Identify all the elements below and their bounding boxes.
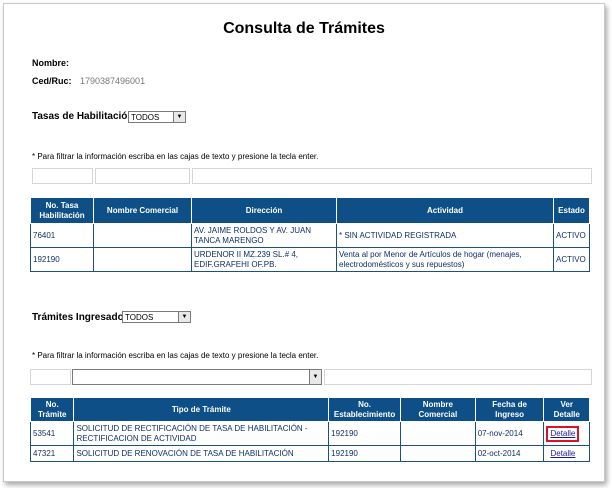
detalle-link[interactable]: Detalle — [550, 449, 575, 458]
col-header-direccion: Dirección — [191, 197, 337, 224]
tasas-table: No. Tasa Habilitación Nombre Comercial D… — [30, 197, 590, 272]
tramites-table: No. Trámite Tipo de Trámite No. Establec… — [29, 397, 590, 462]
cell-nombre-comercial — [93, 247, 192, 272]
tasas-filter-note: * Para filtrar la información escriba en… — [32, 152, 319, 161]
cell-actividad: * SIN ACTIVIDAD REGISTRADA — [336, 223, 554, 248]
cell-estado: ACTIVO — [553, 223, 590, 248]
cell-actividad: Venta al por Menor de Artículos de hogar… — [336, 247, 554, 272]
table-row: 53541 SOLICITUD DE RECTIFICACIÓN DE TASA… — [29, 421, 590, 446]
col-header-ver-detalle: Ver Detalle — [543, 397, 590, 422]
cell-no-establecimiento: 192190 — [328, 421, 401, 446]
cell-nombre-comercial — [399, 421, 476, 446]
filter-input-establecimiento[interactable] — [324, 369, 592, 385]
cell-no-tasa: 76401 — [30, 223, 94, 248]
tasas-filter-value: TODOS — [131, 113, 160, 122]
tramites-filter-value: TODOS — [125, 313, 154, 322]
detalle-link[interactable]: Detalle — [550, 429, 575, 438]
tasas-label: Tasas de Habilitación — [32, 111, 134, 122]
cedruc-label: Ced/Ruc: — [32, 76, 72, 86]
cell-ver-detalle: Detalle — [543, 421, 590, 446]
filter-input-nombre-comercial[interactable] — [95, 168, 190, 184]
cell-fecha-ingreso: 02-oct-2014 — [474, 445, 545, 462]
highlight-box: Detalle — [546, 425, 580, 442]
cell-nombre-comercial — [93, 223, 192, 248]
tramites-filter-select[interactable]: TODOS ▼ — [122, 311, 191, 323]
chevron-down-icon[interactable]: ▼ — [178, 312, 190, 322]
table-row: 76401 AV. JAIME ROLDOS Y AV. JUAN TANCA … — [30, 223, 590, 248]
filter-select-tipo-tramite[interactable]: ▼ — [72, 369, 322, 385]
cell-no-tasa: 192190 — [30, 247, 94, 272]
col-header-no-establecimiento: No. Establecimiento — [328, 397, 401, 422]
col-header-tipo-tramite: Tipo de Trámite — [73, 397, 330, 422]
tasas-filter-select[interactable]: TODOS ▼ — [128, 111, 186, 123]
filter-input-no-tasa[interactable] — [32, 168, 93, 184]
cell-fecha-ingreso: 07-nov-2014 — [474, 421, 545, 446]
cell-no-tramite: 53541 — [29, 421, 75, 446]
cell-direccion: AV. JAIME ROLDOS Y AV. JUAN TANCA MARENG… — [191, 223, 337, 248]
col-header-estado: Estado — [553, 197, 590, 224]
cell-tipo-tramite: SOLICITUD DE RENOVACIÓN DE TASA DE HABIL… — [73, 445, 330, 462]
cell-ver-detalle: Detalle — [543, 445, 590, 462]
cell-direccion: URDENOR II MZ.239 SL.# 4, EDIF.GRAFEHI O… — [191, 247, 337, 272]
page-title: Consulta de Trámites — [223, 20, 385, 37]
chevron-down-icon[interactable]: ▼ — [309, 370, 321, 384]
col-header-fecha-ingreso: Fecha de Ingreso — [474, 397, 545, 422]
cell-nombre-comercial — [399, 445, 476, 462]
table-row: 192190 URDENOR II MZ.239 SL.# 4, EDIF.GR… — [30, 247, 590, 272]
tramites-label: Trámites Ingresados — [32, 312, 130, 323]
filter-input-direccion[interactable] — [192, 168, 592, 184]
nombre-label: Nombre: — [32, 58, 70, 68]
col-header-nombre-comercial: Nombre Comercial — [399, 397, 476, 422]
cell-no-establecimiento: 192190 — [328, 445, 401, 462]
col-header-actividad: Actividad — [336, 197, 554, 224]
filter-input-no-tramite[interactable] — [30, 369, 71, 385]
page-frame: Consulta de Trámites Nombre: Ced/Ruc: 17… — [3, 3, 605, 482]
cell-tipo-tramite: SOLICITUD DE RECTIFICACIÓN DE TASA DE HA… — [73, 421, 330, 446]
chevron-down-icon[interactable]: ▼ — [173, 112, 185, 122]
tramites-filter-note: * Para filtrar la información escriba en… — [32, 351, 319, 360]
col-header-no-tramite: No. Trámite — [29, 397, 75, 422]
cedruc-value: 1790387496001 — [80, 76, 146, 86]
col-header-nombre-comercial: Nombre Comercial — [93, 197, 192, 224]
cell-no-tramite: 47321 — [29, 445, 75, 462]
table-row: 47321 SOLICITUD DE RENOVACIÓN DE TASA DE… — [29, 445, 590, 462]
cell-estado: ACTIVO — [553, 247, 590, 272]
col-header-no-tasa: No. Tasa Habilitación — [30, 197, 94, 224]
